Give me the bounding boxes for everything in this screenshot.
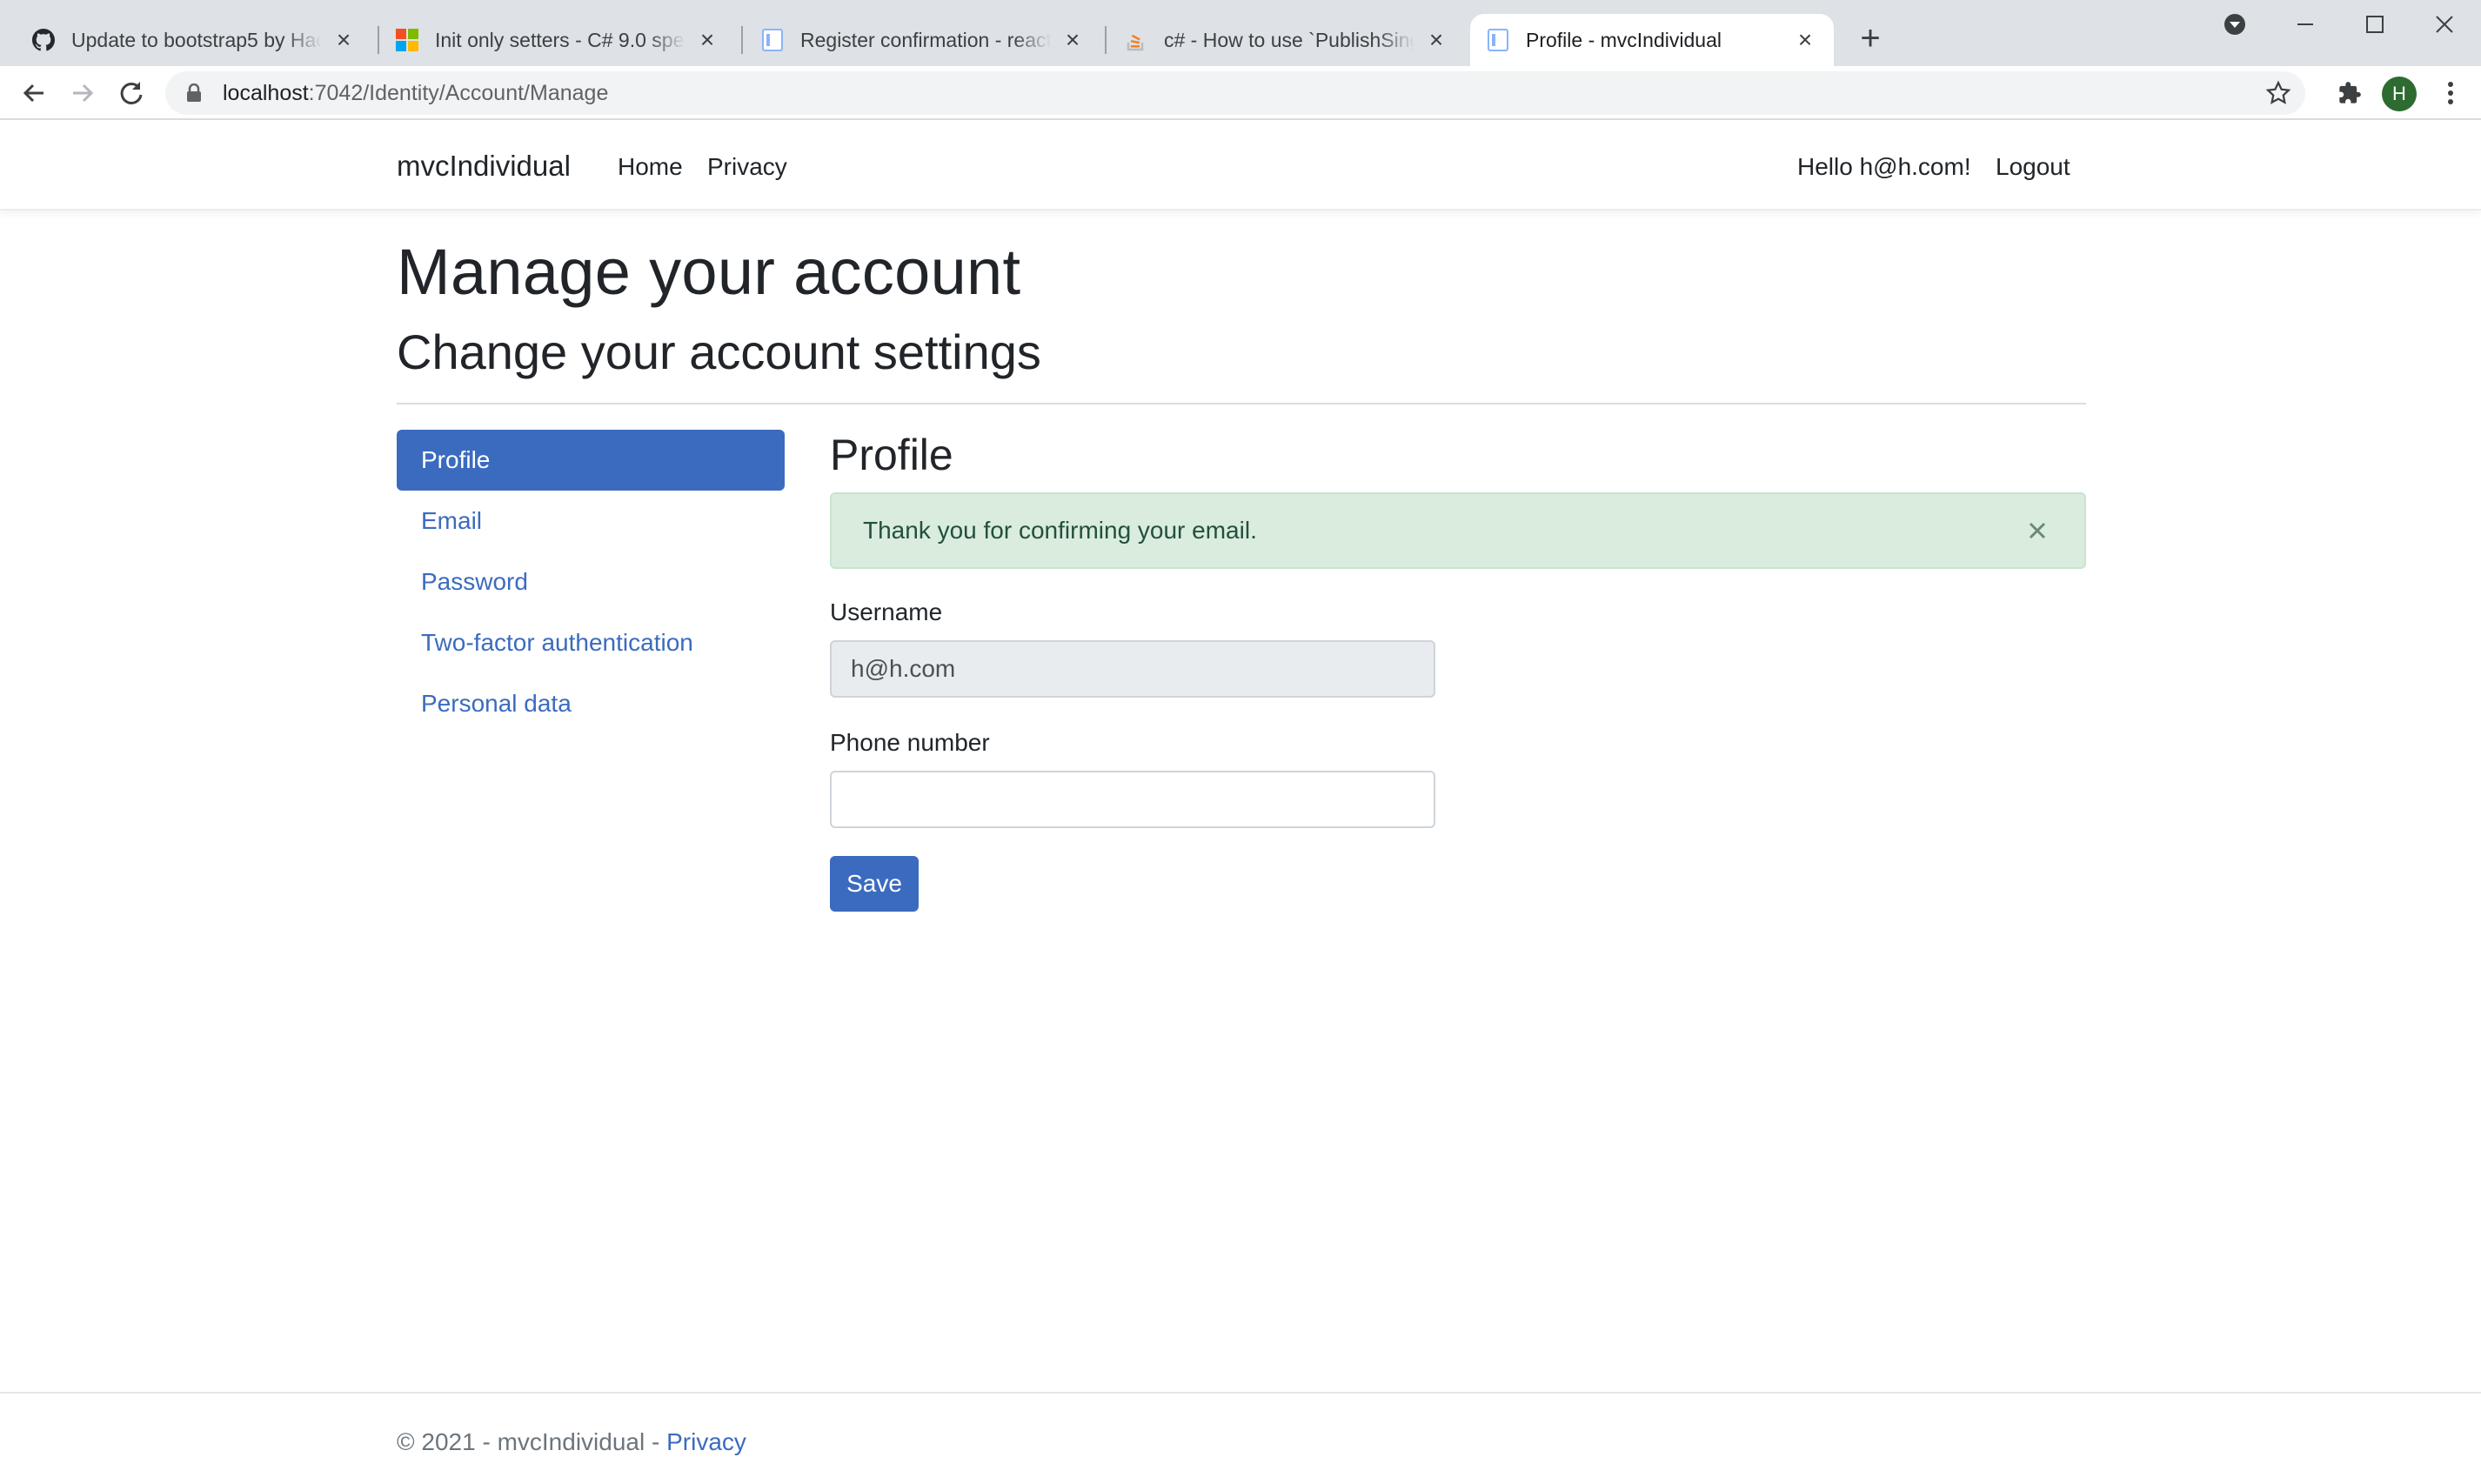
username-field[interactable]: h@h.com: [830, 640, 1435, 698]
reload-icon[interactable]: [111, 73, 151, 113]
tab-divider: [741, 26, 743, 54]
alert-message: Thank you for confirming your email.: [863, 517, 1257, 544]
footer-text: © 2021 - mvcIndividual - Privacy: [397, 1428, 746, 1456]
back-icon[interactable]: [14, 73, 54, 113]
user-greeting[interactable]: Hello h@h.com!: [1797, 153, 1971, 181]
browser-menu-icon[interactable]: [2431, 73, 2471, 113]
sidebar-item-label: Personal data: [421, 690, 572, 717]
browser-toolbar: localhost:7042/Identity/Account/Manage H: [0, 66, 2481, 120]
nav-home[interactable]: Home: [618, 153, 683, 181]
tab-divider: [1105, 26, 1107, 54]
forward-icon[interactable]: [63, 73, 103, 113]
username-value: h@h.com: [851, 655, 956, 682]
github-icon: [31, 28, 56, 52]
address-bar[interactable]: localhost:7042/Identity/Account/Manage: [165, 71, 2305, 115]
page-title: Manage your account: [397, 236, 1021, 308]
footer-copyright: © 2021 - mvcIndividual -: [397, 1428, 667, 1455]
bookmark-star-icon[interactable]: [2265, 80, 2291, 106]
minimize-icon[interactable]: [2279, 7, 2331, 42]
sidebar-item-label: Password: [421, 568, 528, 595]
tab-strip: Update to bootstrap5 by HaoK · Pull Requ…: [0, 0, 2481, 66]
tab-title: Profile - mvcIndividual: [1526, 28, 1722, 51]
tab-title: Register confirmation - react: [800, 28, 1051, 51]
new-tab-icon[interactable]: +: [1851, 21, 1889, 59]
stackoverflow-icon: [1124, 28, 1148, 52]
sidebar-item-email[interactable]: Email: [397, 491, 785, 551]
sidebar-item-label: Email: [421, 507, 483, 534]
tab-title: Init only setters - C# 9.0 specification…: [435, 28, 685, 51]
phone-number-input[interactable]: [830, 771, 1435, 828]
divider: [397, 403, 2086, 404]
phone-label: Phone number: [830, 729, 990, 756]
url-host: localhost: [223, 80, 309, 105]
tab-title: Update to bootstrap5 by HaoK · Pull Requ…: [71, 28, 322, 51]
close-tab-icon[interactable]: ×: [1423, 26, 1449, 53]
close-tab-icon[interactable]: ×: [1792, 26, 1818, 53]
microsoft-icon: [395, 28, 419, 52]
maximize-icon[interactable]: [2349, 7, 2401, 42]
extensions-icon[interactable]: [2330, 73, 2370, 113]
logout-button[interactable]: Logout: [1996, 153, 2070, 181]
sidebar-item-label: Profile: [421, 446, 491, 473]
nav-privacy[interactable]: Privacy: [707, 153, 787, 181]
sidebar-item-label: Two-factor authentication: [421, 629, 693, 656]
section-heading: Profile: [830, 431, 953, 479]
sidebar-item-personal-data[interactable]: Personal data: [397, 673, 785, 734]
url-text: localhost:7042/Identity/Account/Manage: [223, 81, 608, 106]
username-label: Username: [830, 598, 943, 625]
browser-tab-profile[interactable]: Profile - mvcIndividual ×: [1470, 14, 1834, 66]
brand-link[interactable]: mvcIndividual: [397, 150, 571, 183]
site-footer: © 2021 - mvcIndividual - Privacy: [0, 1392, 2481, 1484]
browser-tab-stackoverflow[interactable]: c# - How to use `PublishSingleFile` ×: [1108, 14, 1465, 66]
close-window-icon[interactable]: [2418, 7, 2471, 42]
profile-avatar[interactable]: H: [2382, 77, 2417, 111]
sidebar-item-profile[interactable]: Profile: [397, 430, 785, 491]
tab-search-icon[interactable]: [2213, 7, 2257, 42]
save-button[interactable]: Save: [830, 856, 919, 912]
url-path: :7042/Identity/Account/Manage: [308, 80, 609, 105]
site-navbar: mvcIndividual Home Privacy Hello h@h.com…: [0, 120, 2481, 211]
browser-tab-microsoft[interactable]: Init only setters - C# 9.0 specification…: [379, 14, 736, 66]
page-icon: [760, 28, 785, 52]
sidebar-item-two-factor[interactable]: Two-factor authentication: [397, 612, 785, 673]
success-alert: Thank you for confirming your email.: [830, 492, 2086, 569]
tab-title: c# - How to use `PublishSingleFile`: [1164, 28, 1414, 51]
close-tab-icon[interactable]: ×: [331, 26, 357, 53]
browser-tab-register[interactable]: Register confirmation - react ×: [745, 14, 1101, 66]
footer-privacy-link[interactable]: Privacy: [666, 1428, 746, 1455]
close-tab-icon[interactable]: ×: [694, 26, 720, 53]
browser-tab-github[interactable]: Update to bootstrap5 by HaoK · Pull Requ…: [16, 14, 372, 66]
page-subtitle: Change your account settings: [397, 324, 1041, 379]
lock-icon[interactable]: [183, 82, 205, 104]
close-icon[interactable]: [2025, 518, 2050, 543]
close-tab-icon[interactable]: ×: [1060, 26, 1086, 53]
page-icon: [1486, 28, 1510, 52]
sidebar-item-password[interactable]: Password: [397, 551, 785, 612]
